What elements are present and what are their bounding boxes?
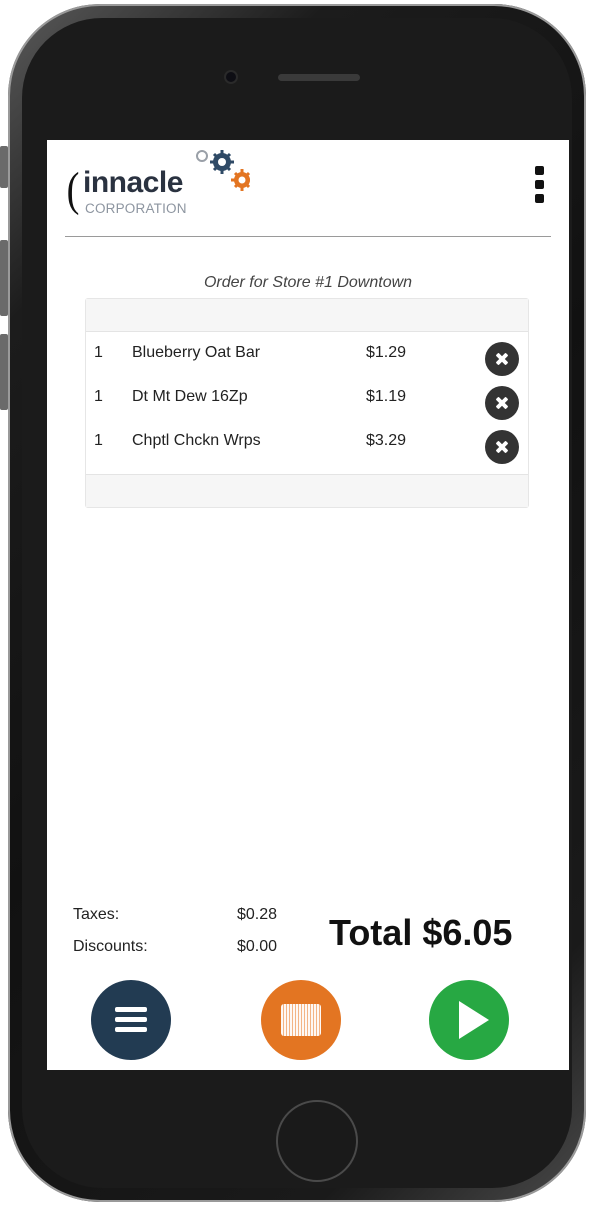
barcode-icon (281, 1004, 321, 1036)
order-list-footer-band (86, 474, 528, 507)
order-item-row[interactable]: 1 Dt Mt Dew 16Zp $1.19 (86, 376, 528, 420)
order-total: Total $6.05 (329, 912, 513, 953)
menu-button[interactable] (91, 980, 171, 1060)
item-name: Dt Mt Dew 16Zp (132, 388, 248, 405)
order-items: 1 Blueberry Oat Bar $1.29 1 Dt Mt Dew 16… (86, 332, 528, 476)
item-price: $1.19 (366, 388, 407, 405)
mute-switch (0, 146, 8, 188)
item-price: $3.29 (366, 432, 407, 449)
logo-subtext: CORPORATION (85, 201, 187, 216)
order-title: Order for Store #1 Downtown (203, 274, 413, 291)
app-screen: ( innacle CORPORATION Order for Store #1… (47, 140, 569, 1070)
remove-item-icon[interactable] (485, 342, 519, 376)
proceed-button[interactable] (429, 980, 509, 1060)
earpiece-speaker (278, 74, 360, 81)
item-name: Chptl Chckn Wrps (132, 432, 261, 449)
remove-item-icon[interactable] (485, 386, 519, 420)
taxes-value: $0.28 (237, 906, 278, 923)
app-header: ( innacle CORPORATION (47, 140, 569, 237)
hamburger-icon (115, 1007, 147, 1033)
play-icon (459, 1001, 489, 1039)
home-button[interactable] (276, 1100, 358, 1182)
header-divider (65, 236, 551, 237)
order-list-panel: 1 Blueberry Oat Bar $1.29 1 Dt Mt Dew 16… (85, 298, 529, 508)
kebab-menu-icon[interactable] (533, 166, 545, 208)
gears-icon (196, 150, 250, 191)
item-quantity: 1 (94, 432, 103, 449)
discounts-value: $0.00 (237, 938, 278, 955)
item-price: $1.29 (366, 344, 407, 361)
taxes-label: Taxes: (73, 906, 120, 923)
item-quantity: 1 (94, 344, 103, 361)
order-item-row[interactable]: 1 Blueberry Oat Bar $1.29 (86, 332, 528, 376)
volume-down-button (0, 334, 8, 410)
scan-barcode-button[interactable] (261, 980, 341, 1060)
volume-up-button (0, 240, 8, 316)
remove-item-icon[interactable] (485, 430, 519, 464)
order-item-row[interactable]: 1 Chptl Chckn Wrps $3.29 (86, 420, 528, 464)
pinnacle-logo: ( innacle CORPORATION (65, 146, 265, 230)
front-camera (226, 72, 236, 82)
order-summary-footer: Taxes: $0.28 Discounts: $0.00 Total $6.0… (65, 896, 569, 1070)
logo-arc-icon: ( (66, 163, 80, 216)
order-list-header-band (86, 299, 528, 332)
item-quantity: 1 (94, 388, 103, 405)
item-name: Blueberry Oat Bar (132, 344, 261, 361)
logo-word: innacle (83, 166, 183, 199)
discounts-label: Discounts: (73, 938, 148, 955)
